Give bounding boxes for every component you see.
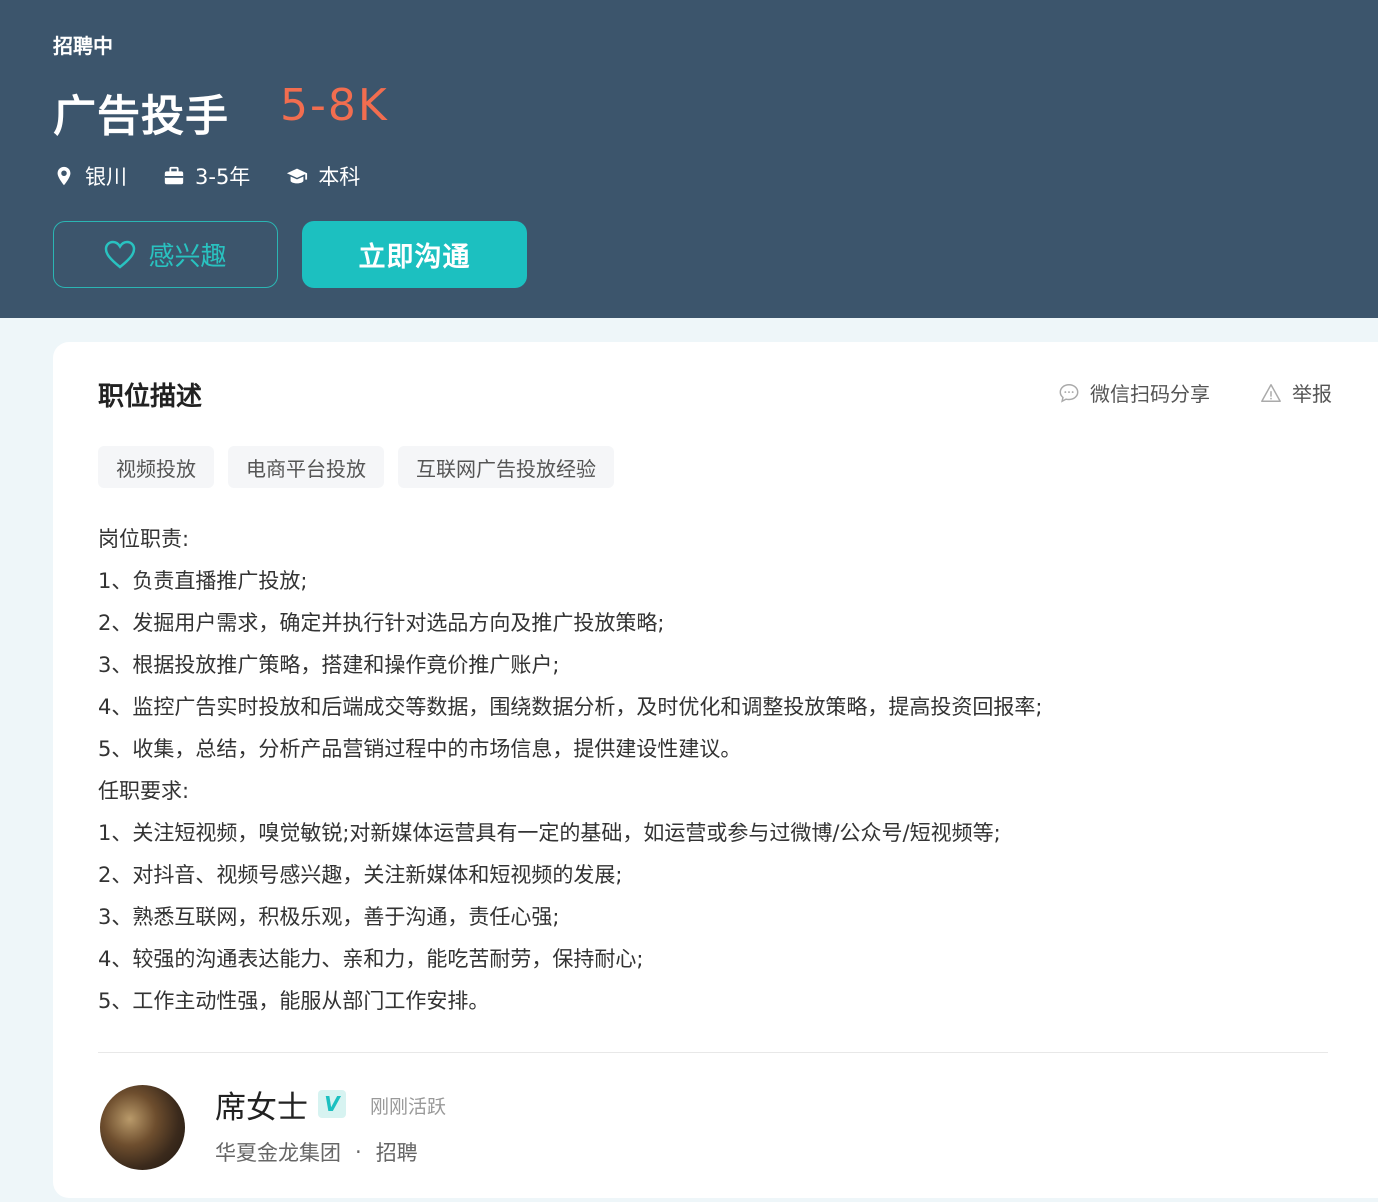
interest-button-label: 感兴趣 [148, 242, 227, 272]
skill-tag: 互联网广告投放经验 [398, 446, 614, 488]
location-meta: 银川 [53, 161, 127, 191]
skill-tag: 电商平台投放 [228, 446, 384, 488]
description-line: 2、发掘用户需求，确定并执行针对选品方向及推广投放策略; [98, 611, 665, 635]
interest-button[interactable]: 感兴趣 [53, 221, 278, 288]
recruiter-avatar[interactable] [100, 1085, 185, 1170]
active-status: 刚刚活跃 [370, 1096, 447, 1118]
chat-bubble-icon [1059, 383, 1079, 403]
section-title: 职位描述 [98, 382, 203, 412]
report-link[interactable]: 举报 [1260, 378, 1332, 407]
briefcase-icon [164, 166, 184, 185]
separator-dot: · [355, 1140, 362, 1164]
location-text: 银川 [85, 165, 127, 189]
description-line: 2、对抖音、视频号感兴趣，关注新媒体和短视频的发展; [98, 863, 623, 887]
share-label: 微信扫码分享 [1090, 382, 1210, 406]
location-pin-icon [57, 166, 71, 186]
experience-text: 3-5年 [195, 165, 251, 189]
job-description-text: 岗位职责: 1、负责直播推广投放; 2、发掘用户需求，确定并执行针对选品方向及推… [98, 518, 1338, 1022]
description-line: 3、根据投放推广策略，搭建和操作竟价推广账户; [98, 653, 560, 677]
company-name[interactable]: 华夏金龙集团 [215, 1137, 341, 1167]
description-line: 1、负责直播推广投放; [98, 569, 308, 593]
warning-icon [1261, 383, 1281, 402]
verified-badge: V [318, 1090, 346, 1118]
recruiting-status: 招聘中 [53, 34, 113, 58]
heart-icon [105, 240, 136, 269]
recruiter-company-row: 华夏金龙集团 · 招聘 [215, 1137, 418, 1167]
skill-tag: 视频投放 [98, 446, 214, 488]
description-line: 3、熟悉互联网，积极乐观，善于沟通，责任心强; [98, 905, 560, 929]
description-line: 4、较强的沟通表达能力、亲和力，能吃苦耐劳，保持耐心; [98, 947, 644, 971]
job-meta: 银川 3-5年 本科 [53, 160, 396, 192]
description-line: 5、收集，总结，分析产品营销过程中的市场信息，提供建设性建议。 [98, 737, 742, 761]
chat-now-button[interactable]: 立即沟通 [302, 221, 527, 288]
section-divider [98, 1052, 1328, 1053]
chat-now-button-label: 立即沟通 [358, 242, 471, 273]
report-label: 举报 [1292, 382, 1332, 406]
description-line: 4、监控广告实时投放和后端成交等数据，围绕数据分析，及时优化和调整投放策略，提高… [98, 695, 1043, 719]
experience-meta: 3-5年 [163, 161, 250, 191]
job-header-banner: 招聘中 广告投手 5-8K 银川 3-5年 本科 感兴趣 立即沟通 [0, 0, 1378, 318]
job-description-card: 职位描述 微信扫码分享 举报 视频投放 电商平台投放 互联网广告投放经验 岗位职… [53, 342, 1378, 1198]
description-line: 岗位职责: [98, 527, 190, 551]
description-line: 1、关注短视频，嗅觉敏锐;对新媒体运营具有一定的基础，如运营或参与过微博/公众号… [98, 821, 1001, 845]
education-text: 本科 [318, 165, 361, 189]
wechat-share-link[interactable]: 微信扫码分享 [1058, 378, 1210, 407]
education-meta: 本科 [286, 161, 360, 191]
description-line: 任职要求: [98, 779, 190, 803]
recruiter-role: 招聘 [375, 1141, 418, 1165]
recruiter-name[interactable]: 席女士 [215, 1082, 308, 1127]
description-line: 5、工作主动性强，能服从部门工作安排。 [98, 989, 490, 1013]
salary: 5-8K [280, 80, 389, 131]
job-title: 广告投手 [53, 92, 229, 142]
skill-tags: 视频投放 电商平台投放 互联网广告投放经验 [98, 446, 628, 488]
graduation-cap-icon [287, 168, 308, 184]
